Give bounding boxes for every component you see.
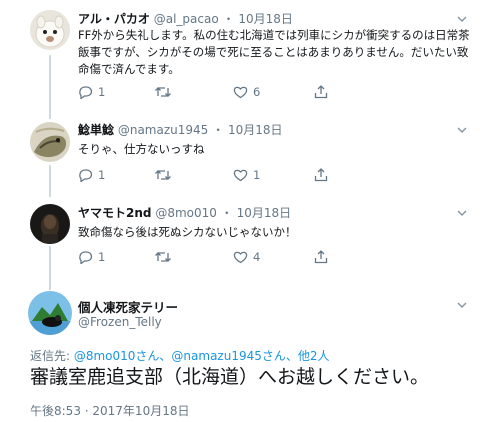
retweet-button[interactable] xyxy=(154,249,177,265)
reply-count: 1 xyxy=(98,168,106,182)
share-button[interactable] xyxy=(314,249,328,265)
reply-button[interactable]: 1 xyxy=(78,84,105,100)
user-handle[interactable]: @namazu1945 xyxy=(118,123,208,137)
avatar[interactable] xyxy=(30,204,70,244)
reply-button[interactable]: 1 xyxy=(78,167,105,183)
tweet-8mo010[interactable]: ヤマモト2nd @8mo010 ・ 10月18日 致命傷なら後は死ぬシカないじゃ… xyxy=(0,191,480,281)
tweet-actions: 1 6 xyxy=(78,84,378,100)
tweet-actions: 1 1 xyxy=(78,167,378,183)
separator: ・ xyxy=(212,123,225,137)
avatar[interactable] xyxy=(30,10,70,50)
like-count: 4 xyxy=(253,250,261,264)
like-count: 6 xyxy=(253,85,261,99)
main-user-handle[interactable]: @Frozen_Telly xyxy=(78,315,162,329)
share-button[interactable] xyxy=(314,167,328,183)
chevron-down-icon[interactable] xyxy=(456,299,468,311)
retweet-icon xyxy=(155,87,171,97)
reply-count: 1 xyxy=(98,85,106,99)
share-icon xyxy=(314,85,328,99)
user-handle[interactable]: @8mo010 xyxy=(155,206,217,220)
tweet-text: そりゃ、仕方ないっすね xyxy=(78,142,205,156)
like-count: 1 xyxy=(253,168,261,182)
separator: ・ xyxy=(220,206,233,220)
like-button[interactable]: 6 xyxy=(233,84,260,100)
share-button[interactable] xyxy=(314,84,328,100)
reply-count: 1 xyxy=(98,250,106,264)
retweet-icon xyxy=(155,170,171,180)
tweet-text: FF外から失礼します。私の住む北海道では列車にシカが衝突するのは日常茶飯事ですが… xyxy=(78,28,470,76)
display-name[interactable]: 鯰単鯰 xyxy=(78,123,114,137)
tweet-date[interactable]: 10月18日 xyxy=(238,12,293,26)
chevron-down-icon[interactable] xyxy=(456,207,468,219)
reply-context: 返信先: @8mo010さん、@namazu1945さん、他2人 xyxy=(30,347,330,364)
share-icon xyxy=(314,168,328,182)
tweet-al-pacao[interactable]: アル・パカオ @al_pacao ・ 10月18日 FF外から失礼します。私の住… xyxy=(0,0,480,110)
reply-button[interactable]: 1 xyxy=(78,249,105,265)
tweet-timestamp[interactable]: 午後8:53 · 2017年10月18日 xyxy=(30,402,189,419)
reply-prefix: 返信先: xyxy=(30,349,74,363)
retweet-icon xyxy=(155,252,171,262)
chevron-down-icon[interactable] xyxy=(456,13,468,25)
tweet-actions: 1 4 xyxy=(78,249,378,265)
display-name[interactable]: ヤマモト2nd xyxy=(78,206,151,220)
retweet-button[interactable] xyxy=(154,84,177,100)
tweet-date[interactable]: 10月18日 xyxy=(228,123,283,137)
reply-icon xyxy=(79,86,93,99)
like-button[interactable]: 4 xyxy=(233,249,260,265)
share-icon xyxy=(314,250,328,264)
tweet-header: アル・パカオ @al_pacao ・ 10月18日 xyxy=(78,11,293,27)
avatar[interactable] xyxy=(30,122,70,162)
heart-icon xyxy=(233,251,248,264)
separator: ・ xyxy=(222,12,235,26)
display-name[interactable]: アル・パカオ xyxy=(78,12,150,26)
tweet-text: 致命傷なら後は死ぬシカないじゃないか！ xyxy=(78,225,297,239)
tweet-header: ヤマモト2nd @8mo010 ・ 10月18日 xyxy=(78,205,291,221)
tweet-namazu1945[interactable]: 鯰単鯰 @namazu1945 ・ 10月18日 そりゃ、仕方ないっすね 1 1 xyxy=(0,110,480,191)
tweet-date[interactable]: 10月18日 xyxy=(237,206,292,220)
tweet-header: 鯰単鯰 @namazu1945 ・ 10月18日 xyxy=(78,122,283,138)
main-display-name[interactable]: 個人凍死家テリー xyxy=(78,297,178,316)
main-tweet-text: 審議室鹿追支部（北海道）へお越しください。 xyxy=(30,366,430,388)
heart-icon xyxy=(233,169,248,182)
chevron-down-icon[interactable] xyxy=(456,124,468,136)
avatar[interactable] xyxy=(28,291,72,335)
retweet-button[interactable] xyxy=(154,167,177,183)
user-handle[interactable]: @al_pacao xyxy=(154,12,219,26)
like-button[interactable]: 1 xyxy=(233,167,260,183)
reply-users-link[interactable]: @8mo010さん、@namazu1945さん、他2人 xyxy=(74,349,330,363)
reply-icon xyxy=(79,169,93,182)
reply-icon xyxy=(79,251,93,264)
heart-icon xyxy=(233,86,248,99)
